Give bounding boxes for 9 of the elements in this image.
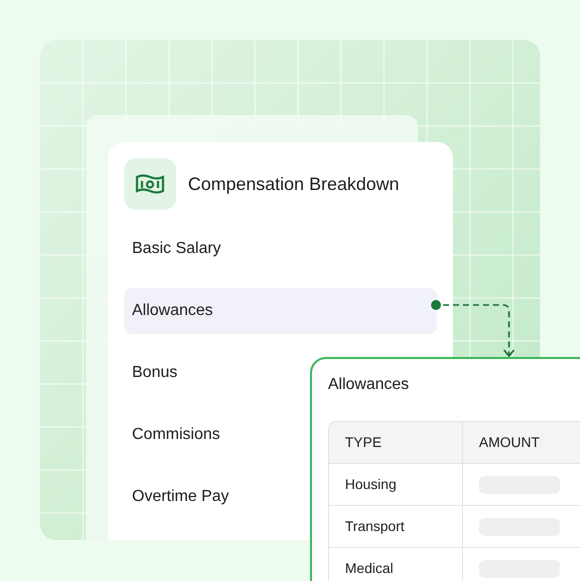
column-header: AMOUNT: [478, 433, 541, 452]
table-cell: Transport: [329, 506, 463, 547]
breakdown-item[interactable]: Allowances: [124, 288, 437, 334]
allowances-title: Allowances: [328, 375, 410, 395]
table-cell: Housing: [329, 464, 463, 505]
banknote-icon: [135, 173, 165, 195]
table-cell: Medical: [329, 548, 463, 581]
column-header: TYPE: [329, 422, 463, 463]
card-title: Compensation Breakdown: [188, 172, 400, 196]
